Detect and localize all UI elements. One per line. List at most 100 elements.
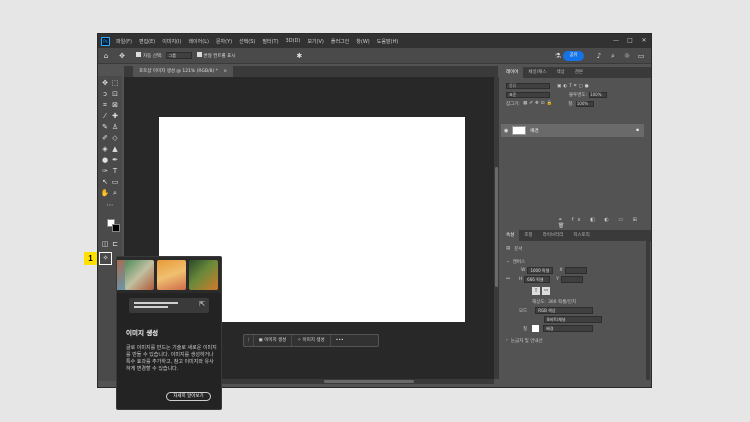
close-window-button[interactable]: ✕ [637,34,651,48]
learn-more-button[interactable]: 자세히 알아보기 [166,392,211,401]
generate-image-button-2[interactable]: ✧ 이미지 생성 [292,335,331,346]
guides-section-header[interactable]: › 눈금자 및 안내선 [501,336,651,345]
menu-layer[interactable]: 레이어(L) [188,38,209,45]
more-tools-icon[interactable]: ⋯ [105,200,115,210]
screen-mode-icon[interactable]: ⊏ [110,239,120,249]
menu-image[interactable]: 이미지(I) [162,38,181,45]
layer-row[interactable]: ◉ 배경 ▪ [501,124,644,137]
workspace-icon[interactable]: ▭ [637,52,645,60]
marquee-tool-icon[interactable]: ⬚ [110,78,120,88]
share-button[interactable]: 공유 [563,51,584,61]
dodge-icon[interactable]: ● [100,155,110,165]
type-tool-icon[interactable]: T [110,166,120,176]
depth-dropdown[interactable]: 8비트/채널 [544,316,602,323]
flask-icon[interactable]: ⚗ [554,52,562,60]
brush-tool-icon[interactable]: ✎ [100,122,110,132]
menu-help[interactable]: 도움말(H) [377,38,398,45]
fill-swatch[interactable] [532,325,540,332]
lock-icons[interactable]: ▦✐✥⊡🔒 [523,101,554,106]
tab-color[interactable]: 색상 [552,67,570,78]
path-select-icon[interactable]: ↖ [100,177,110,187]
minimize-button[interactable]: — [609,34,623,48]
layer-actions-icons[interactable]: ⚭ fx ◧ ◐ ▭ ⊞ 🗑 [558,217,651,229]
frame-tool-icon[interactable]: ⊠ [110,100,120,110]
close-tab-icon[interactable]: × [223,69,227,74]
vertical-scrollbar[interactable] [494,77,499,379]
menu-file[interactable]: 파일(F) [116,38,132,45]
bucket-icon[interactable]: ◈ [100,144,110,154]
menu-3d[interactable]: 3D(D) [286,38,301,44]
background-color-swatch[interactable] [112,224,120,232]
fill-field[interactable]: 100% [575,100,594,107]
width-row: W 1000 픽셀 X [501,266,651,275]
history-brush-icon[interactable]: ✐ [100,133,110,143]
portrait-icon[interactable]: ▯ [532,286,540,295]
drag-handle-icon[interactable]: ⋮ [244,335,254,346]
settings-gear-icon[interactable]: ✱ [295,52,303,60]
document-tab[interactable]: 포토샵 이미지 생성 @ 121% (RGB/8) * × [133,66,234,77]
properties-scrollbar[interactable] [646,240,650,380]
tab-properties[interactable]: 속성 [501,230,520,241]
eraser-icon[interactable]: ◇ [110,133,120,143]
layer-kind-filter[interactable]: 종류 [506,82,550,89]
tab-swatches[interactable]: 견본 [570,67,588,78]
menu-view[interactable]: 보기(V) [307,38,324,45]
canvas-section-header[interactable]: ⌄ 캔버스 [501,257,651,266]
stamp-tool-icon[interactable]: ♙ [110,122,120,132]
quick-mask-icon[interactable]: ◫ [100,239,110,249]
fill-dropdown[interactable]: 배경 [543,325,594,332]
menu-type[interactable]: 문자(Y) [216,38,232,45]
x-field[interactable] [564,267,587,274]
mode-dropdown[interactable]: RGB 색상 [535,307,594,314]
tab-adjustments[interactable]: 조정 [519,230,537,241]
y-field[interactable] [560,276,583,283]
home-icon[interactable]: ⌂ [102,52,110,60]
properties-panel: 속성 조정 라이브러리 히스토리 ▤ 문서 ⌄ 캔버스 W 1000 픽셀 X … [501,230,651,387]
maximize-button[interactable]: □ [623,34,637,48]
move-tool-icon[interactable]: ✥ [100,78,110,88]
tab-layers[interactable]: 레이어 [501,67,524,78]
menu-window[interactable]: 창(W) [356,38,369,45]
example-image-3 [157,260,186,290]
blend-mode-dropdown[interactable]: 표준 [506,91,550,98]
fill-label: 칠: [568,101,574,107]
bell-icon[interactable]: ♪ [595,52,603,60]
rectangle-tool-icon[interactable]: ▭ [110,177,120,187]
auto-select-dropdown[interactable]: 그룹 [165,52,192,59]
zoom-tool-icon[interactable]: ⌕ [110,188,120,198]
tab-channels[interactable]: 채널/패스 [523,67,551,78]
blur-icon[interactable]: ▲ [110,144,120,154]
lasso-tool-icon[interactable]: ↄ [100,89,110,99]
tab-history[interactable]: 히스토리 [568,230,595,241]
width-field[interactable]: 1000 픽셀 [527,267,554,274]
height-field[interactable]: 666 픽셀 [524,276,551,283]
eyedropper-icon[interactable]: ⁄ [100,111,110,121]
menu-filter[interactable]: 필터(T) [262,38,278,45]
pen-tool-icon[interactable]: ✑ [100,166,110,176]
visibility-eye-icon[interactable]: ◉ [504,128,508,134]
lock-row: 잠그기: ▦✐✥⊡🔒 칠: 100% [501,99,651,108]
pen-icon[interactable]: ✒ [110,155,120,165]
generate-image-button[interactable]: ▣ 이미지 생성 [254,335,293,346]
menu-select[interactable]: 선택(S) [239,38,255,45]
auto-select-checkbox[interactable] [136,52,143,59]
generate-image-tool-icon[interactable]: ✧ [99,252,112,265]
menu-plugins[interactable]: 플러그인 [331,38,349,45]
search-icon[interactable]: ⌕ [609,52,617,60]
blend-row: 표준 불투명도: 100% [501,90,651,99]
move-tool-icon[interactable]: ✥ [118,52,126,60]
hand-tool-icon[interactable]: ✋ [100,188,110,198]
opacity-field[interactable]: 100% [589,91,608,98]
link-icon[interactable]: ⚯ [506,277,510,282]
landscape-icon[interactable]: ▭ [542,286,550,295]
layer-filter-icons[interactable]: ▣◐T⌗▢● [557,83,591,89]
healing-brush-icon[interactable]: ✚ [110,111,120,121]
menu-edit[interactable]: 편집(E) [139,38,155,45]
object-select-icon[interactable]: ⊡ [110,89,120,99]
tab-libraries[interactable]: 라이브러리 [538,230,569,241]
generate-image-tooltip: ⇱ 이미지 생성 글로 이미지를 만드는 기술로 새로운 이미지를 만들 수 있… [116,256,222,410]
transform-checkbox[interactable] [196,52,204,59]
crop-tool-icon[interactable]: ⌗ [100,100,110,110]
more-options-button[interactable]: ••• [331,335,349,346]
lightbulb-icon[interactable]: ☼ [623,52,631,60]
